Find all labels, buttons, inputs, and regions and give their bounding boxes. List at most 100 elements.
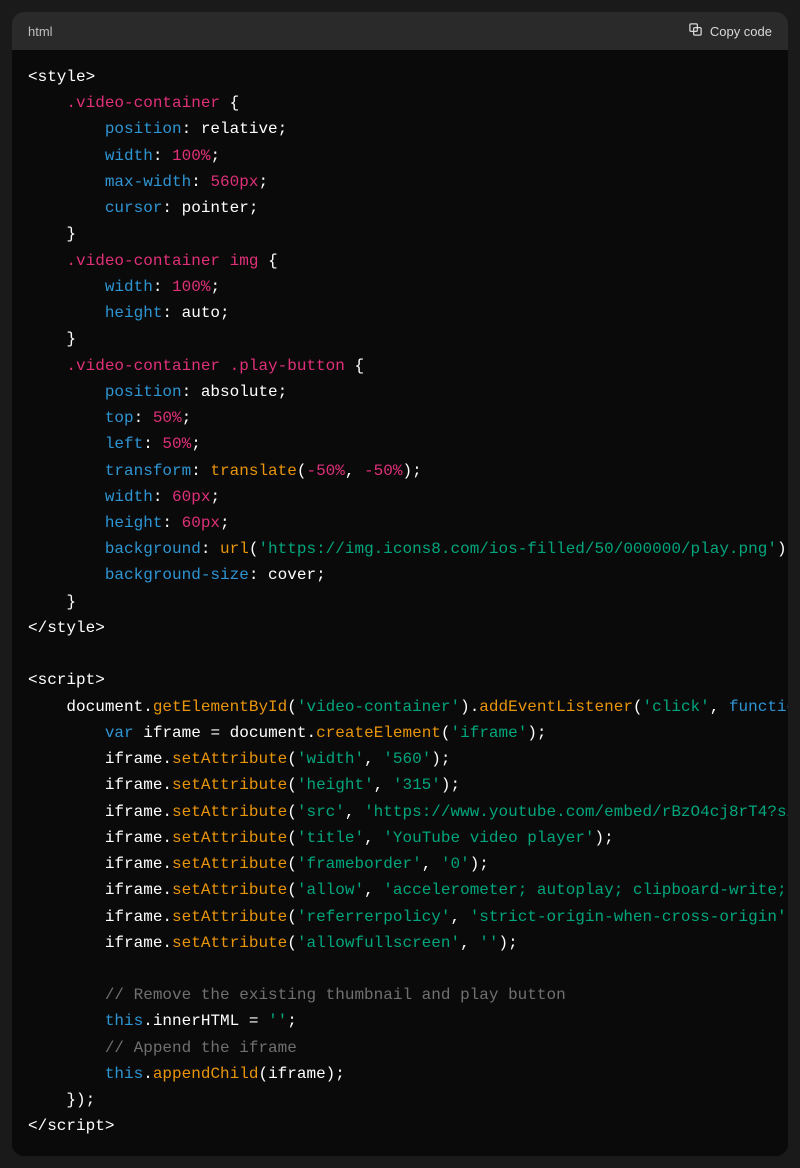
code-token: cursor (105, 199, 163, 217)
code-token: absolute (201, 383, 278, 401)
code-content[interactable]: <style> .video-container { position: rel… (12, 50, 788, 1156)
code-token: 'video-container' (297, 698, 460, 716)
code-token: background (105, 540, 201, 558)
code-token: '0' (441, 855, 470, 873)
code-token: 'https://img.icons8.com/ios-filled/50/00… (258, 540, 776, 558)
code-token: .play-button (230, 357, 345, 375)
code-token: '' (268, 1012, 287, 1030)
code-token: height (105, 304, 163, 322)
code-token: this (105, 1012, 143, 1030)
code-comment: // Append the iframe (105, 1039, 297, 1057)
code-token: appendChild (153, 1065, 259, 1083)
code-token: { (354, 357, 364, 375)
code-token: function (729, 698, 788, 716)
code-token: 'title' (297, 829, 364, 847)
code-token: 'https://www.youtube.com/embed/rBzO4cj8r… (364, 803, 788, 821)
code-token: position (105, 120, 182, 138)
code-block-header: html Copy code (12, 12, 788, 50)
code-token: 'height' (297, 776, 374, 794)
code-token: 'src' (297, 803, 345, 821)
code-token: addEventListener (479, 698, 633, 716)
code-token: iframe (105, 881, 163, 899)
code-token: 'allowfullscreen' (297, 934, 460, 952)
code-token: pointer (182, 199, 249, 217)
code-token: </script> (28, 1117, 114, 1135)
code-token: -50% (364, 462, 402, 480)
copy-icon (688, 22, 703, 40)
code-token: setAttribute (172, 776, 287, 794)
code-token: '560' (383, 750, 431, 768)
code-token: setAttribute (172, 829, 287, 847)
code-token: setAttribute (172, 750, 287, 768)
code-token: iframe (105, 803, 163, 821)
code-token: 560px (210, 173, 258, 191)
code-token: 50% (153, 409, 182, 427)
code-token: setAttribute (172, 934, 287, 952)
code-token: <style> (28, 68, 95, 86)
code-token: 'frameborder' (297, 855, 422, 873)
code-token: '' (479, 934, 498, 952)
code-token: 'YouTube video player' (383, 829, 594, 847)
code-token: 'allow' (297, 881, 364, 899)
code-token: var (105, 724, 134, 742)
code-token: document (66, 698, 143, 716)
code-token: url (220, 540, 249, 558)
code-token: relative (201, 120, 278, 138)
code-token: } (66, 330, 76, 348)
copy-code-label: Copy code (710, 24, 772, 39)
code-token: 100% (172, 147, 210, 165)
code-token: setAttribute (172, 855, 287, 873)
code-token: 'accelerometer; autoplay; clipboard-writ… (383, 881, 788, 899)
code-token: 60px (182, 514, 220, 532)
code-token: iframe (105, 829, 163, 847)
code-token: getElementById (153, 698, 287, 716)
code-token: iframe (268, 1065, 326, 1083)
code-token: width (105, 278, 153, 296)
code-token: 'width' (297, 750, 364, 768)
code-comment: // Remove the existing thumbnail and pla… (105, 986, 566, 1004)
code-token: -50% (306, 462, 344, 480)
language-label: html (28, 24, 53, 39)
code-token: left (105, 435, 143, 453)
code-token: height (105, 514, 163, 532)
code-token: translate (210, 462, 296, 480)
code-token: <script> (28, 671, 105, 689)
code-token: } (66, 593, 76, 611)
code-token: .video-container (66, 252, 220, 270)
code-token: .video-container (66, 94, 220, 112)
code-token: 'click' (643, 698, 710, 716)
code-token: </style> (28, 619, 105, 637)
code-token: 50% (162, 435, 191, 453)
code-token: 60px (172, 488, 210, 506)
code-token: { (268, 252, 278, 270)
code-token: width (105, 488, 153, 506)
code-token: '315' (393, 776, 441, 794)
code-token: 'strict-origin-when-cross-origin' (470, 908, 787, 926)
code-token: max-width (105, 173, 191, 191)
code-token: innerHTML (153, 1012, 239, 1030)
code-token: 'iframe' (451, 724, 528, 742)
code-token: document (230, 724, 307, 742)
code-token: this (105, 1065, 143, 1083)
code-token: transform (105, 462, 191, 480)
code-token: setAttribute (172, 908, 287, 926)
code-token: iframe (105, 750, 163, 768)
code-token: iframe (105, 776, 163, 794)
code-token: iframe (105, 908, 163, 926)
code-token: .video-container (66, 357, 220, 375)
copy-code-button[interactable]: Copy code (688, 22, 772, 40)
code-token: width (105, 147, 153, 165)
code-token: 100% (172, 278, 210, 296)
code-token: = (239, 1012, 268, 1030)
code-token: setAttribute (172, 803, 287, 821)
code-token: iframe (143, 724, 201, 742)
code-token: top (105, 409, 134, 427)
code-token: createElement (316, 724, 441, 742)
code-token: } (66, 225, 76, 243)
code-token: auto (182, 304, 220, 322)
code-token: iframe (105, 934, 163, 952)
code-block: html Copy code <style> .video-container … (12, 12, 788, 1156)
code-token: background-size (105, 566, 249, 584)
code-token: 'referrerpolicy' (297, 908, 451, 926)
code-token: { (230, 94, 240, 112)
